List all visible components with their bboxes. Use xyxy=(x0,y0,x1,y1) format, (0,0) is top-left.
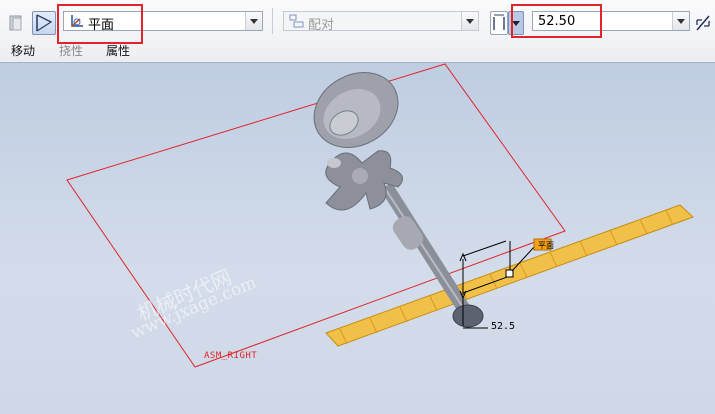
user-defined-set-icon[interactable] xyxy=(4,11,28,35)
chevron-down-icon[interactable] xyxy=(461,12,478,30)
datum-plane-label: ASM_RIGHT xyxy=(204,351,258,361)
constraint-type-value: 配对 xyxy=(308,18,335,33)
handle-tag-label: 平面 xyxy=(538,241,554,250)
offset-value-highlight xyxy=(511,4,602,38)
drag-handle xyxy=(505,269,514,278)
graphics-viewport[interactable]: 平面 52.5 ASM_RIGHT 机械时代网 www.jxage.com xyxy=(0,63,715,414)
chevron-down-icon[interactable] xyxy=(672,12,689,30)
tab-move[interactable]: 移动 xyxy=(11,42,35,59)
chevron-down-icon[interactable] xyxy=(245,12,262,30)
offset-dimension-label[interactable]: 52.5 xyxy=(491,321,515,332)
reference-type-highlight xyxy=(57,4,143,44)
mate-constraint-icon xyxy=(289,14,305,31)
constraint-type-select[interactable]: 配对 xyxy=(283,11,479,33)
offset-mode-icon[interactable] xyxy=(490,11,508,35)
tab-properties[interactable]: 属性 xyxy=(106,42,130,59)
tab-flexibility[interactable]: 挠性 xyxy=(59,42,83,59)
assembly-model xyxy=(66,63,694,368)
flip-direction-icon[interactable] xyxy=(693,11,713,35)
toolbar-separator xyxy=(272,8,273,34)
disc-part xyxy=(313,72,399,168)
constraint-dashboard: 平面 配对 52.50 移动 挠性 属性 xyxy=(0,0,715,63)
constraint-toggle-icon[interactable] xyxy=(32,11,56,35)
